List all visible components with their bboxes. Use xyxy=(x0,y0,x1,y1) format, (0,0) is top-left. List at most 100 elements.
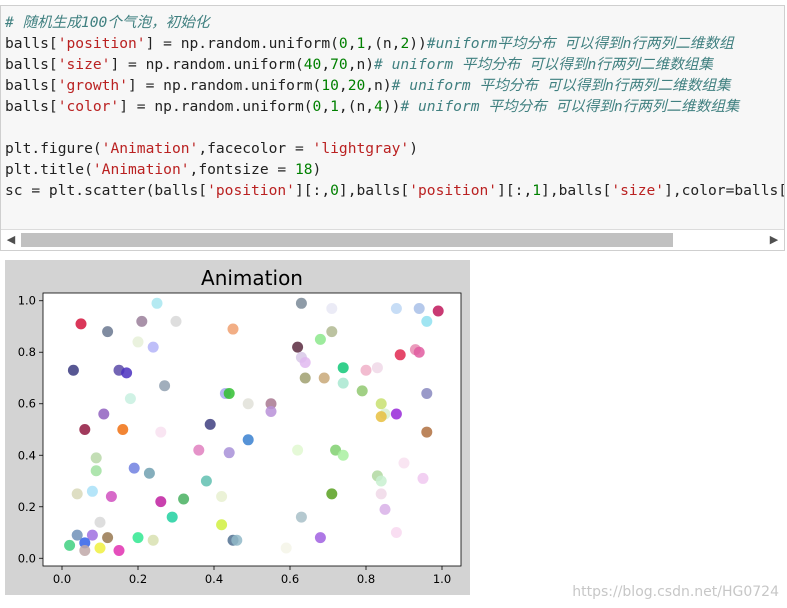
scatter-point xyxy=(390,527,402,539)
scatter-point xyxy=(105,490,117,502)
code-token: ],color=balls[ xyxy=(664,182,785,199)
code-token: )) xyxy=(409,35,427,52)
scatter-point xyxy=(280,542,292,554)
y-tick-label: 0.2 xyxy=(18,500,36,514)
x-tick-label: 0.0 xyxy=(53,572,71,586)
horizontal-scrollbar[interactable]: ◀ ▶ xyxy=(1,229,784,250)
code-token: 'position' xyxy=(409,182,498,199)
scatter-point xyxy=(159,380,171,392)
scatter-point xyxy=(299,357,311,369)
x-tick-label: 1.0 xyxy=(433,572,451,586)
y-tick-label: 0.8 xyxy=(18,345,36,359)
scatter-point xyxy=(90,465,102,477)
code-token: balls[ xyxy=(5,77,58,94)
scatter-point xyxy=(375,475,387,487)
code-token: # 随机生成100个气泡，初始化 xyxy=(5,14,210,31)
code-token: 18 xyxy=(294,161,313,178)
code-token: ,(n, xyxy=(338,98,375,115)
scatter-point xyxy=(166,511,178,523)
code-token: 2 xyxy=(400,35,410,52)
scatter-point xyxy=(200,475,212,487)
scatter-point xyxy=(390,302,402,314)
code-line: plt.title('Animation',fontsize = 18) xyxy=(5,159,784,180)
code-token: , xyxy=(338,77,348,94)
y-tick-label: 0.6 xyxy=(18,397,36,411)
scroll-thumb[interactable] xyxy=(21,233,673,247)
code-token: 'position' xyxy=(57,35,146,52)
scatter-point xyxy=(136,315,148,327)
code-token: # uniform 平均分布 可以得到n行两列二维数组集 xyxy=(391,77,731,94)
code-token: ,fontsize = xyxy=(189,161,295,178)
scatter-point xyxy=(242,398,254,410)
scatter-point xyxy=(421,387,433,399)
scatter-point xyxy=(216,519,228,531)
scatter-point xyxy=(121,367,133,379)
y-tick-label: 0.0 xyxy=(18,551,36,565)
x-tick-label: 0.6 xyxy=(281,572,299,586)
code-token: balls[ xyxy=(5,98,58,115)
scatter-point xyxy=(421,426,433,438)
scatter-point xyxy=(375,398,387,410)
scatter-point xyxy=(413,346,425,358)
code-token: 10 xyxy=(321,77,339,94)
y-tick-label: 1.0 xyxy=(18,294,36,308)
code-token: 'Animation' xyxy=(92,161,190,178)
code-token: ][:, xyxy=(294,182,331,199)
scatter-chart: Animation 0.0 0.2 0.4 0.6 0.8 1.0 0.0 0.2 0.4 0.6 0… xyxy=(5,260,470,595)
code-token: plt.figure( xyxy=(5,140,102,157)
code-token: balls[ xyxy=(5,35,58,52)
scatter-point xyxy=(147,341,159,353)
scatter-point xyxy=(170,315,182,327)
x-tick-label: 0.4 xyxy=(205,572,223,586)
scatter-point xyxy=(314,532,326,544)
x-tick-label: 0.8 xyxy=(357,572,375,586)
scatter-point xyxy=(155,426,167,438)
scatter-point xyxy=(223,387,235,399)
scatter-point xyxy=(216,490,228,502)
code-token: 'growth' xyxy=(57,77,129,94)
scatter-point xyxy=(132,532,144,544)
scatter-point xyxy=(132,336,144,348)
code-token: # uniform 平均分布 可以得到n行两列二维数组集 xyxy=(400,98,740,115)
x-tick-label: 0.2 xyxy=(129,572,147,586)
scatter-point xyxy=(398,457,410,469)
scroll-left-icon[interactable]: ◀ xyxy=(2,230,20,250)
code-editor[interactable]: # 随机生成100个气泡，初始化 balls['position'] = np.r… xyxy=(5,12,784,201)
scatter-point xyxy=(318,372,330,384)
code-token: ,n) xyxy=(365,77,392,94)
scatter-point xyxy=(117,424,129,435)
code-token: ] = np.random.uniform( xyxy=(119,98,313,115)
code-cell[interactable]: # 随机生成100个气泡，初始化 balls['position'] = np.r… xyxy=(0,5,785,251)
code-token: ],balls[ xyxy=(541,182,612,199)
scroll-right-icon[interactable]: ▶ xyxy=(765,230,783,250)
scatter-point xyxy=(79,424,91,435)
scatter-point xyxy=(265,405,277,417)
scatter-point xyxy=(375,411,387,423)
scatter-point xyxy=(337,449,349,461)
code-token: 'position' xyxy=(207,182,295,199)
scatter-point xyxy=(390,408,402,420)
code-token: 'size' xyxy=(611,182,665,199)
scatter-point xyxy=(102,326,114,338)
scatter-point xyxy=(155,496,167,508)
scatter-point xyxy=(337,377,349,389)
output-figure: Animation 0.0 0.2 0.4 0.6 0.8 1.0 0.0 0.2 0.4 0.6 0… xyxy=(5,260,470,595)
scatter-point xyxy=(326,302,338,314)
scatter-point xyxy=(71,488,83,500)
scatter-point xyxy=(94,516,106,528)
scatter-point xyxy=(178,493,190,505)
code-token: ) xyxy=(312,161,322,178)
scatter-point xyxy=(98,408,110,420)
scatter-point xyxy=(326,488,338,500)
code-line: balls['color'] = np.random.uniform(0,1,(… xyxy=(5,96,784,117)
scatter-point xyxy=(143,467,155,479)
code-token: #uniform平均分布 可以得到n行两列二维数组 xyxy=(426,35,734,52)
scatter-point xyxy=(360,364,372,376)
scatter-point xyxy=(295,297,307,309)
code-line: sc = plt.scatter(balls['position'][:,0],… xyxy=(5,180,784,201)
scatter-point xyxy=(147,534,159,546)
code-token: 'color' xyxy=(57,98,120,115)
scatter-point xyxy=(102,532,114,544)
watermark: https://blog.csdn.net/HG0724 xyxy=(572,584,779,600)
